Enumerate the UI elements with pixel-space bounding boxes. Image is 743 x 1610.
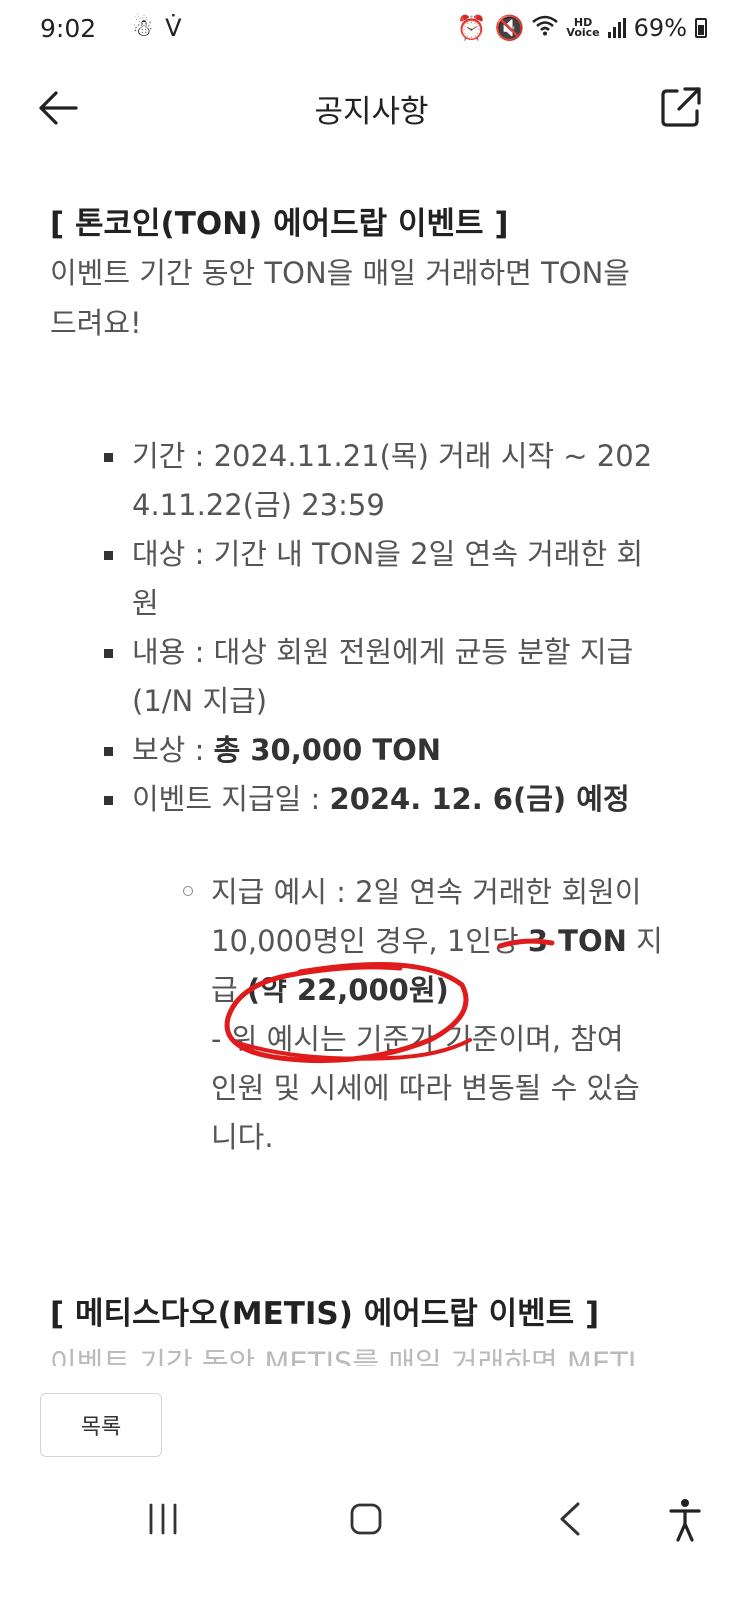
notice-intro: 이벤트 기간 동안 TON을 매일 거래하면 TON을 드려요! [50,248,695,348]
notice-intro-line1: 이벤트 기간 동안 TON을 매일 거래하면 TON을 [50,256,630,290]
page-title: 공지사항 [314,94,429,130]
example-line5: 인원 및 시세에 따라 변동될 수 있습 [211,1071,640,1105]
signal-icon [607,18,626,38]
app-notification-icon: V̇ [165,14,184,42]
app-header: 공지사항 [0,60,743,156]
list-button[interactable]: 목록 [40,1393,162,1457]
navigation-bar [0,1470,743,1610]
battery-icon [695,18,707,38]
content-line1: 내용 : 대상 회원 전원에게 균등 분할 지급 [132,635,634,669]
example-line4: - 위 예시는 기준가 기준이며, 참여 [211,1022,624,1056]
event-details-list: 기간 : 2024.11.21(목) 거래 시작 ~ 202 4.11.22(금… [104,432,684,824]
list-item-paydate: 이벤트 지급일 : 2024. 12. 6(금) 예정 [104,775,684,824]
wifi-icon [532,14,559,42]
example-line3: 급 [211,973,247,1007]
share-button[interactable] [659,85,703,129]
status-bar: 9:02 ☃ V̇ ⏰ 🔇 HD Voice 69% [0,0,743,60]
list-item-example: 지급 예시 : 2일 연속 거래한 회원이 10,000명인 경우, 1인당 3… [183,868,683,1162]
back-icon[interactable] [556,1500,584,1538]
list-item-content: 내용 : 대상 회원 전원에게 균등 분할 지급 (1/N 지급) [104,628,684,726]
next-notice: [ 메티스다오(METIS) 에어드랍 이벤트 ] 이벤트 기간 동안 METI… [50,1290,695,1366]
payment-example-list: 지급 예시 : 2일 연속 거래한 회원이 10,000명인 경우, 1인당 3… [183,868,683,1162]
target-line2: 원 [132,586,159,620]
example-line2: 10,000명인 경우, 1인당 [211,924,528,958]
list-item-reward: 보상 : 총 30,000 TON [104,726,684,775]
reward-value: 총 30,000 TON [213,733,442,767]
example-line1: 지급 예시 : 2일 연속 거래한 회원이 [211,875,642,909]
next-notice-title: [ 메티스다오(METIS) 에어드랍 이벤트 ] [50,1296,600,1332]
period-line2: 4.11.22(금) 23:59 [132,488,385,522]
period-line1: 기간 : 2024.11.21(목) 거래 시작 ~ 202 [132,439,653,473]
content-line2: (1/N 지급) [132,684,268,718]
paydate-value: 2024. 12. 6(금) 예정 [329,782,630,816]
notice-title: [ 톤코인(TON) 에어드랍 이벤트 ] [50,206,509,242]
list-item-target: 대상 : 기간 내 TON을 2일 연속 거래한 회 원 [104,530,684,628]
notification-icon: ☃ [132,14,156,42]
status-right-icons: ⏰ 🔇 HD Voice 69% [457,14,707,42]
example-amount-ton: 3 TON [527,924,627,958]
share-external-icon [661,87,701,127]
paydate-label: 이벤트 지급일 : [132,782,330,816]
mute-icon: 🔇 [494,14,525,42]
home-icon[interactable] [350,1502,382,1536]
next-notice-intro: 이벤트 기간 동안 METIS를 매일 거래하면 METI [50,1346,637,1366]
target-line1: 대상 : 기간 내 TON을 2일 연속 거래한 회 [132,537,644,571]
example-amount-krw: (약 22,000원) [246,973,449,1007]
reward-label: 보상 : [132,733,214,767]
accessibility-icon[interactable] [668,1498,702,1542]
example-line6: 니다. [211,1120,274,1154]
battery-level: 69% [633,14,687,42]
list-item-period: 기간 : 2024.11.21(목) 거래 시작 ~ 202 4.11.22(금… [104,432,684,530]
status-time: 9:02 [40,14,97,43]
notice-intro-line2: 드려요! [50,306,142,340]
hd-voice-icon: HD Voice [566,16,600,39]
notice-content: [ 톤코인(TON) 에어드랍 이벤트 ] 이벤트 기간 동안 TON을 매일 … [50,200,695,348]
recent-apps-icon[interactable] [147,1502,179,1536]
example-line2-end: 지 [626,924,663,958]
alarm-icon: ⏰ [456,14,487,42]
status-left-icons: ☃ V̇ [132,14,184,42]
